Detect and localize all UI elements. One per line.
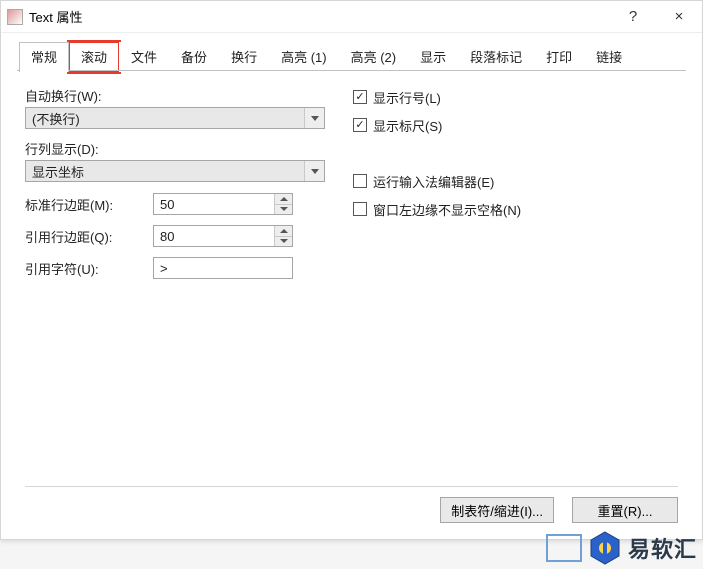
right-column: ✓ 显示行号(L) ✓ 显示标尺(S) 运行输入法编辑器(E) 窗口左边缘不显示… [335, 86, 678, 486]
quote-margin-label: 引用行边距(Q): [25, 227, 153, 246]
dialog-window: Text 属性 ? × 常规滚动文件备份换行高亮 (1)高亮 (2)显示段落标记… [0, 0, 703, 540]
checkbox-icon: ✓ [353, 118, 367, 132]
tab-3[interactable]: 备份 [169, 42, 219, 72]
watermark-box-icon [546, 534, 582, 562]
quote-char-label: 引用字符(U): [25, 259, 153, 278]
app-icon [7, 9, 23, 25]
spinner-up-icon[interactable] [275, 194, 292, 205]
close-button[interactable]: × [656, 1, 702, 33]
linecol-value: 显示坐标 [32, 162, 84, 181]
tab-8[interactable]: 段落标记 [458, 42, 534, 72]
watermark: 易软汇 [546, 531, 697, 565]
tab-2[interactable]: 文件 [119, 42, 169, 72]
tab-9[interactable]: 打印 [534, 42, 584, 72]
checkbox-icon: ✓ [353, 90, 367, 104]
tab-4[interactable]: 换行 [219, 42, 269, 72]
auto-wrap-select[interactable]: (不换行) [25, 107, 325, 129]
content-area: 自动换行(W): (不换行) 行列显示(D): 显示坐标 标准行边距(M): 5… [1, 72, 702, 486]
show-line-checkbox[interactable]: ✓ 显示行号(L) [353, 86, 678, 108]
no-space-label: 窗口左边缘不显示空格(N) [373, 200, 521, 219]
margin-row: 标准行边距(M): 50 [25, 192, 335, 216]
chevron-down-icon [304, 108, 324, 128]
reset-button[interactable]: 重置(R)... [572, 497, 678, 523]
checkbox-icon [353, 174, 367, 188]
run-ime-checkbox[interactable]: 运行输入法编辑器(E) [353, 170, 678, 192]
margin-value: 50 [160, 197, 174, 212]
spinner-buttons [274, 226, 292, 246]
quote-char-row: 引用字符(U): > [25, 256, 335, 280]
tab-bar: 常规滚动文件备份换行高亮 (1)高亮 (2)显示段落标记打印链接 [1, 33, 702, 71]
quote-margin-value: 80 [160, 229, 174, 244]
tab-5[interactable]: 高亮 (1) [269, 42, 339, 72]
spinner-buttons [274, 194, 292, 214]
spinner-down-icon[interactable] [275, 237, 292, 247]
tab-0[interactable]: 常规 [19, 42, 69, 72]
left-column: 自动换行(W): (不换行) 行列显示(D): 显示坐标 标准行边距(M): 5… [25, 86, 335, 486]
no-space-checkbox[interactable]: 窗口左边缘不显示空格(N) [353, 198, 678, 220]
linecol-select[interactable]: 显示坐标 [25, 160, 325, 182]
show-ruler-label: 显示标尺(S) [373, 116, 442, 135]
linecol-label: 行列显示(D): [25, 139, 335, 158]
spinner-down-icon[interactable] [275, 205, 292, 215]
window-title: Text 属性 [29, 7, 610, 26]
titlebar: Text 属性 ? × [1, 1, 702, 33]
watermark-text: 易软汇 [628, 532, 697, 564]
quote-char-value: > [160, 261, 168, 276]
show-line-label: 显示行号(L) [373, 88, 441, 107]
tab-7[interactable]: 显示 [408, 42, 458, 72]
watermark-hex-icon [590, 531, 620, 565]
quote-char-input[interactable]: > [153, 257, 293, 279]
tab-10[interactable]: 链接 [584, 42, 634, 72]
tab-underline [17, 70, 686, 71]
tab-1[interactable]: 滚动 [69, 42, 119, 72]
chevron-down-icon [304, 161, 324, 181]
tabs-indent-button[interactable]: 制表符/缩进(I)... [440, 497, 554, 523]
tab-6[interactable]: 高亮 (2) [339, 42, 409, 72]
margin-spinner[interactable]: 50 [153, 193, 293, 215]
spinner-up-icon[interactable] [275, 226, 292, 237]
quote-margin-row: 引用行边距(Q): 80 [25, 224, 335, 248]
run-ime-label: 运行输入法编辑器(E) [373, 172, 494, 191]
help-button[interactable]: ? [610, 1, 656, 33]
auto-wrap-value: (不换行) [32, 109, 80, 128]
checkbox-icon [353, 202, 367, 216]
margin-label: 标准行边距(M): [25, 195, 153, 214]
auto-wrap-label: 自动换行(W): [25, 86, 335, 105]
quote-margin-spinner[interactable]: 80 [153, 225, 293, 247]
show-ruler-checkbox[interactable]: ✓ 显示标尺(S) [353, 114, 678, 136]
